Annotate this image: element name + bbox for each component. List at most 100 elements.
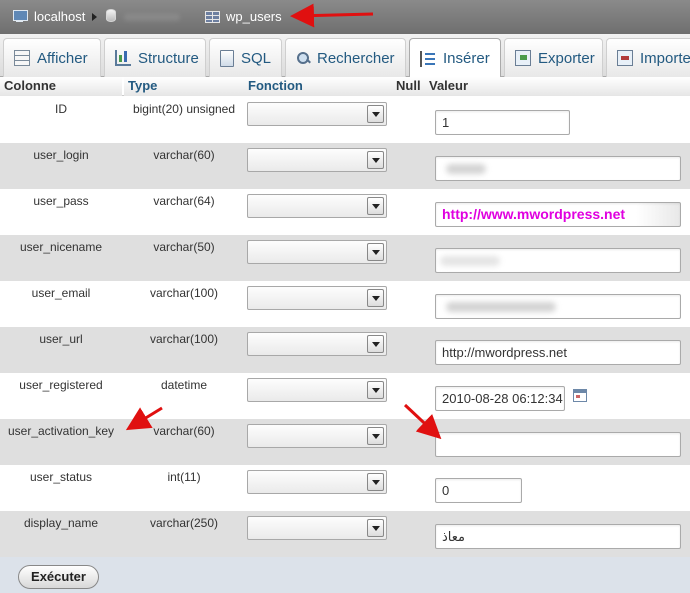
tab-browse-label: Afficher [37, 49, 88, 67]
chevron-down-icon [367, 335, 384, 353]
insert-icon [420, 50, 436, 67]
tab-sql-label: SQL [241, 49, 272, 67]
value-input[interactable]: معاذ [435, 524, 681, 549]
column-name: user_activation_key [7, 424, 115, 438]
column-name: user_status [29, 470, 93, 484]
tab-import-label: Importe [640, 49, 690, 67]
column-type: varchar(100) [149, 332, 219, 346]
value-input[interactable]: http://mwordpress.net [435, 340, 681, 365]
column-type: varchar(60) [153, 424, 215, 438]
column-type: varchar(64) [153, 194, 215, 208]
column-type: varchar(60) [153, 148, 215, 162]
value-input[interactable]: 0 [435, 478, 522, 503]
table-row: user_status int(11) 0 [0, 465, 690, 511]
function-select[interactable] [247, 194, 387, 218]
value-input[interactable] [435, 432, 681, 457]
header-null: Null [392, 77, 425, 96]
column-type: varchar(100) [149, 286, 219, 300]
chevron-down-icon [367, 381, 384, 399]
function-select[interactable] [247, 102, 387, 126]
table-row: user_activation_key varchar(60) [0, 419, 690, 465]
redacted-database-name [124, 14, 180, 21]
value-input[interactable]: http://www.mwordpress.net [435, 202, 681, 227]
structure-icon [115, 50, 131, 66]
chevron-down-icon [367, 473, 384, 491]
table-row: user_email varchar(100) [0, 281, 690, 327]
table-row: user_registered datetime 2010-08-28 06:1… [0, 373, 690, 419]
chevron-down-icon [367, 197, 384, 215]
column-name: user_url [39, 332, 83, 346]
browse-icon [14, 50, 30, 66]
tab-structure[interactable]: Structure [104, 38, 206, 77]
tab-import[interactable]: Importe [606, 38, 690, 77]
breadcrumb-database[interactable] [106, 9, 116, 22]
column-type: varchar(50) [153, 240, 215, 254]
column-type: bigint(20) unsigned [132, 102, 236, 116]
chevron-down-icon [367, 105, 384, 123]
header-value: Valeur [425, 77, 690, 96]
table-row: user_login varchar(60) [0, 143, 690, 189]
table-row: display_name varchar(250) معاذ [0, 511, 690, 557]
breadcrumb-server[interactable]: localhost [12, 9, 85, 24]
table-row: user_pass varchar(64) http://www.mwordpr… [0, 189, 690, 235]
table-header: Colonne Type Fonction Null Valeur [0, 77, 690, 96]
value-input[interactable] [435, 294, 681, 319]
chevron-down-icon [367, 289, 384, 307]
function-select[interactable] [247, 378, 387, 402]
sql-icon [220, 49, 234, 67]
value-input[interactable]: 1 [435, 110, 570, 135]
form-footer: Exécuter [0, 557, 690, 593]
table-icon [205, 10, 220, 23]
value-input[interactable] [435, 156, 681, 181]
tab-export[interactable]: Exporter [504, 38, 603, 77]
function-select[interactable] [247, 240, 387, 264]
header-column: Colonne [0, 77, 122, 96]
column-name: user_pass [33, 194, 89, 208]
table-row: ID bigint(20) unsigned 1 [0, 97, 690, 143]
calendar-icon[interactable] [573, 389, 587, 402]
column-name: ID [55, 102, 67, 116]
function-select[interactable] [247, 424, 387, 448]
column-name: user_nicename [19, 240, 103, 254]
header-function[interactable]: Fonction [244, 77, 392, 96]
redacted-value [440, 256, 500, 266]
header-type[interactable]: Type [124, 77, 244, 96]
column-name: user_registered [19, 378, 103, 392]
tab-structure-label: Structure [138, 49, 199, 67]
execute-button[interactable]: Exécuter [18, 565, 99, 589]
function-select[interactable] [247, 286, 387, 310]
breadcrumb: localhost wp_users [0, 0, 690, 34]
function-select[interactable] [247, 148, 387, 172]
breadcrumb-table[interactable]: wp_users [205, 9, 282, 24]
function-select[interactable] [247, 470, 387, 494]
tab-bar: Afficher Structure SQL Rechercher Insére… [0, 34, 690, 78]
search-icon [296, 51, 310, 65]
server-icon [12, 10, 28, 23]
column-name: user_email [31, 286, 91, 300]
column-type: int(11) [167, 470, 201, 484]
import-icon [617, 50, 633, 66]
breadcrumb-table-label[interactable]: wp_users [226, 9, 282, 24]
tab-insert-label: Insérer [443, 50, 490, 67]
breadcrumb-server-label[interactable]: localhost [34, 9, 85, 24]
column-name: display_name [23, 516, 99, 530]
breadcrumb-separator-icon [92, 13, 97, 21]
chevron-down-icon [367, 427, 384, 445]
table-row: user_nicename varchar(50) [0, 235, 690, 281]
tab-insert[interactable]: Insérer [409, 38, 501, 78]
tab-export-label: Exporter [538, 49, 595, 67]
export-icon [515, 50, 531, 66]
chevron-down-icon [367, 151, 384, 169]
tab-browse[interactable]: Afficher [3, 38, 101, 77]
database-icon [106, 9, 116, 22]
value-input[interactable]: 2010-08-28 06:12:34 [435, 386, 565, 411]
value-input[interactable] [435, 248, 681, 273]
column-type: varchar(250) [149, 516, 219, 530]
redacted-value [446, 164, 486, 174]
table-row: user_url varchar(100) http://mwordpress.… [0, 327, 690, 373]
function-select[interactable] [247, 516, 387, 540]
tab-search[interactable]: Rechercher [285, 38, 406, 77]
tab-sql[interactable]: SQL [209, 38, 282, 77]
chevron-down-icon [367, 243, 384, 261]
function-select[interactable] [247, 332, 387, 356]
